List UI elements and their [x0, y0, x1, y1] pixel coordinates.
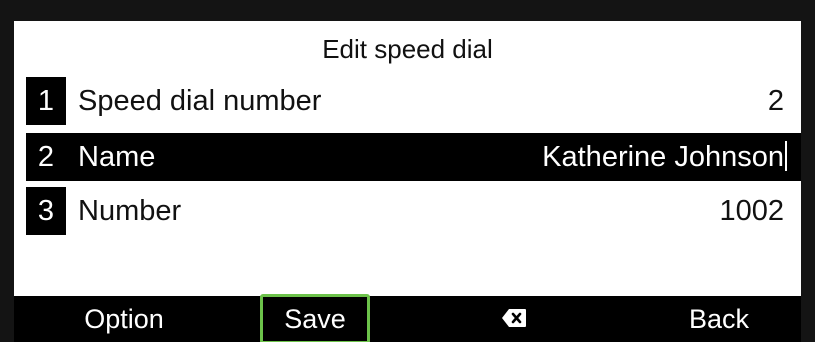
name-input-value: Katherine Johnson [542, 141, 784, 173]
field-value: 2 [767, 85, 784, 117]
backspace-softkey[interactable] [484, 296, 544, 342]
phone-screen: Edit speed dial 1 Speed dial number 2 2 … [14, 21, 801, 342]
field-index: 1 [26, 77, 66, 125]
field-index: 2 [37, 141, 55, 173]
back-softkey[interactable]: Back [669, 296, 769, 342]
screen-title: Edit speed dial [322, 34, 493, 64]
name-input[interactable]: Katherine Johnson [542, 133, 787, 181]
softkey-bar: Option Save Back [14, 294, 801, 342]
phone-display-frame: Edit speed dial 1 Speed dial number 2 2 … [0, 0, 815, 342]
option-softkey[interactable]: Option [54, 296, 194, 342]
field-index: 3 [26, 187, 66, 235]
backspace-icon [501, 296, 527, 342]
field-label: Name [78, 141, 156, 173]
field-label: Number [78, 195, 182, 227]
text-cursor [785, 141, 787, 171]
save-softkey[interactable]: Save [260, 294, 370, 342]
field-label: Speed dial number [78, 85, 322, 117]
field-name[interactable]: 2 Name Katherine Johnson [26, 133, 801, 181]
field-number[interactable]: 3 Number 1002 [26, 187, 796, 235]
field-value: 1002 [719, 195, 784, 227]
field-speed-dial-number[interactable]: 1 Speed dial number 2 [26, 77, 796, 125]
